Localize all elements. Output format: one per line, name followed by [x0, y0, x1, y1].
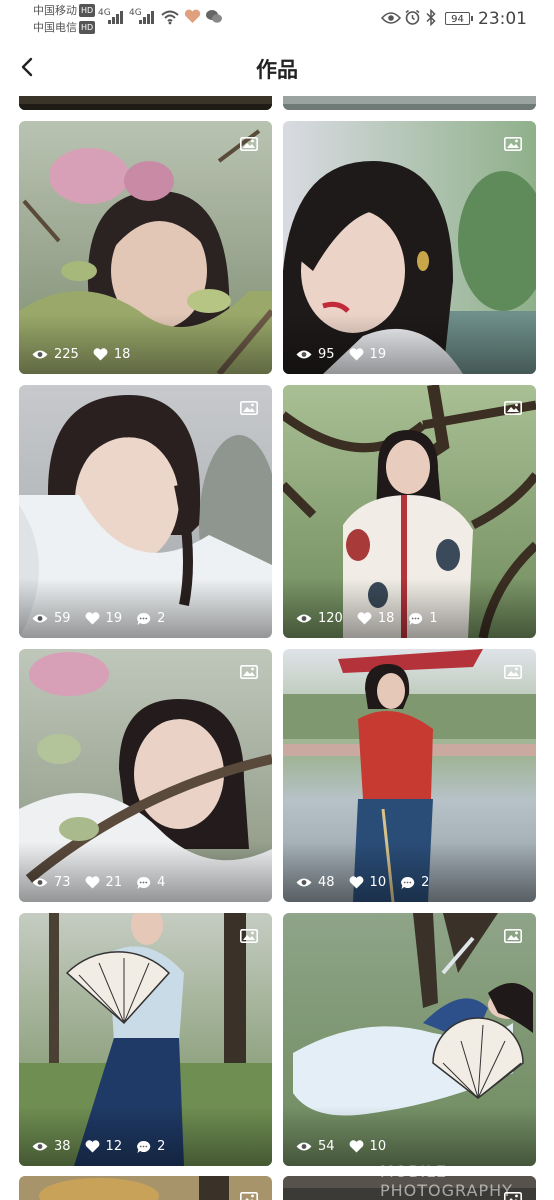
- photo-stats: 73 21 4: [32, 875, 179, 890]
- heart-icon: [85, 876, 99, 889]
- comment-bubble-icon: [137, 1140, 151, 1153]
- photo-card[interactable]: 73 21 4: [19, 649, 272, 902]
- heart-icon: [349, 876, 363, 889]
- image-type-icon: [240, 929, 258, 943]
- photo-stats: 120 18 1: [296, 611, 452, 626]
- bluetooth-icon: [426, 9, 436, 26]
- comments-stat: 4: [136, 875, 165, 890]
- wechat-icon: [206, 10, 222, 23]
- image-type-icon: [240, 137, 258, 151]
- photo-stats: 54 10: [296, 1139, 400, 1154]
- comment-bubble-icon: [137, 612, 151, 625]
- stats-shade: [283, 314, 536, 374]
- photo-card[interactable]: 48 10 2: [283, 649, 536, 902]
- heart-icon: [349, 348, 363, 361]
- photo-card-partial[interactable]: [19, 96, 272, 110]
- stats-shade: [283, 1106, 536, 1166]
- works-grid: 225 18 95 19 59 19 2 120 18 1 73 21 4 48…: [0, 96, 554, 1200]
- photo-stats: 59 19 2: [32, 611, 179, 626]
- image-type-icon: [240, 665, 258, 679]
- likes-stat: 10: [349, 1139, 386, 1154]
- eye-icon: [32, 350, 48, 359]
- photo-thumbnail: [283, 96, 536, 110]
- alarm-icon: [405, 9, 420, 25]
- eye-icon: [296, 1142, 312, 1151]
- battery-icon: 94: [445, 12, 473, 25]
- comments-stat: 2: [400, 875, 429, 890]
- photo-card[interactable]: 54 10: [283, 913, 536, 1166]
- photo-thumbnail: [19, 96, 272, 110]
- comment-bubble-icon: [137, 876, 151, 889]
- stats-shade: [283, 842, 536, 902]
- heart-icon: [93, 348, 108, 361]
- eye-icon: [32, 878, 48, 887]
- stats-shade: [19, 842, 272, 902]
- eye-icon: [296, 614, 312, 623]
- likes-stat: 10: [349, 875, 386, 890]
- photo-stats: 48 10 2: [296, 875, 443, 890]
- likes-stat: 12: [85, 1139, 122, 1154]
- heart-icon: [85, 612, 99, 625]
- likes-stat: 18: [93, 347, 130, 362]
- comments-stat: 2: [136, 1139, 165, 1154]
- likes-stat: 21: [85, 875, 122, 890]
- likes-stat: 19: [349, 347, 386, 362]
- views-stat: 225: [32, 347, 79, 362]
- carrier-primary: 中国移动 HD: [33, 4, 96, 17]
- comments-stat: 1: [408, 611, 438, 626]
- image-type-icon: [240, 1192, 258, 1200]
- heart-icon: [349, 1140, 363, 1153]
- eye-icon: [296, 878, 312, 887]
- photo-card[interactable]: 59 19 2: [19, 385, 272, 638]
- photo-stats: 38 12 2: [32, 1139, 179, 1154]
- watermark-text: MOBILE PHOTOGRAPHY: [380, 1162, 513, 1200]
- photo-stats: 225 18: [32, 347, 144, 362]
- eye-icon: [32, 1142, 48, 1151]
- photo-stats: 95 19: [296, 347, 400, 362]
- photo-card[interactable]: 38 12 2: [19, 913, 272, 1166]
- views-stat: 54: [296, 1139, 335, 1154]
- views-stat: 73: [32, 875, 71, 890]
- heart-icon: [85, 1140, 99, 1153]
- stats-shade: [19, 314, 272, 374]
- signal-bars-icon: [108, 10, 123, 24]
- image-type-icon: [504, 137, 522, 151]
- likes-stat: 19: [85, 611, 122, 626]
- carrier-secondary: 中国电信 HD: [33, 21, 96, 34]
- image-type-icon: [504, 929, 522, 943]
- wifi-icon: [161, 10, 179, 25]
- eye-comfort-icon: [381, 12, 401, 24]
- photo-card[interactable]: 95 19: [283, 121, 536, 374]
- navigation-bar: 作品: [0, 40, 554, 96]
- photo-card[interactable]: 225 18: [19, 121, 272, 374]
- signal-bars-icon: [139, 10, 154, 24]
- photo-card[interactable]: 120 18 1: [283, 385, 536, 638]
- stats-shade: [19, 1106, 272, 1166]
- stats-shade: [283, 578, 536, 638]
- views-stat: 95: [296, 347, 335, 362]
- eye-icon: [296, 350, 312, 359]
- photo-card-partial[interactable]: [19, 1176, 272, 1200]
- image-type-icon: [504, 401, 522, 415]
- likes-stat: 18: [357, 611, 394, 626]
- views-stat: 38: [32, 1139, 71, 1154]
- photo-card-partial[interactable]: [283, 96, 536, 110]
- eye-icon: [32, 614, 48, 623]
- comments-stat: 2: [136, 611, 165, 626]
- photo-thumbnail: [19, 1176, 272, 1200]
- page-title: 作品: [256, 57, 298, 82]
- status-time: 23:01: [478, 9, 527, 29]
- views-stat: 120: [296, 611, 343, 626]
- heart-icon: [357, 612, 372, 625]
- views-stat: 48: [296, 875, 335, 890]
- image-type-icon: [240, 401, 258, 415]
- comment-bubble-icon: [401, 876, 415, 889]
- status-bar: 中国移动 HD 中国电信 HD 4G 4G 94 23:01: [0, 0, 554, 40]
- views-stat: 59: [32, 611, 71, 626]
- image-type-icon: [504, 665, 522, 679]
- stats-shade: [19, 578, 272, 638]
- comment-bubble-icon: [409, 612, 423, 625]
- health-heart-icon: [184, 9, 201, 23]
